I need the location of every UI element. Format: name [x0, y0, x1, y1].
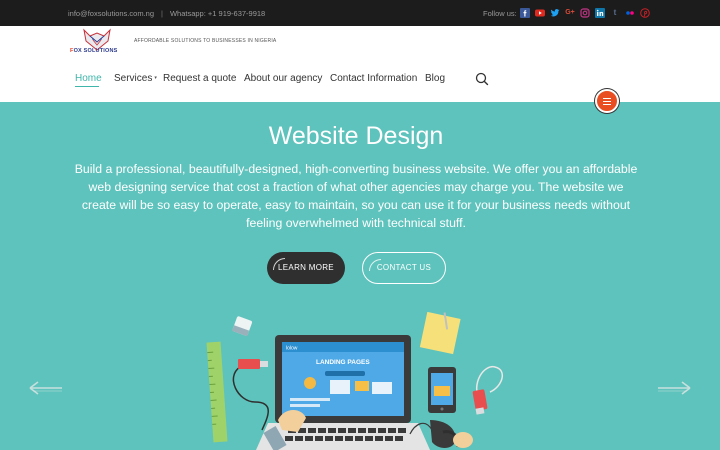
- chevron-down-icon: ▾: [154, 75, 157, 82]
- usb-illustration: [232, 359, 269, 431]
- hamburger-icon-bar: [603, 103, 611, 105]
- site-tagline: AFFORDABLE SOLUTIONS TO BUSINESSES IN NI…: [134, 38, 277, 44]
- hero-description: Build a professional, beautifully-design…: [74, 162, 638, 230]
- arrow-left-icon[interactable]: [28, 380, 64, 396]
- workspace-illustration: lolow LANDING PAGES: [206, 311, 504, 450]
- screen-heading: LANDING PAGES: [316, 359, 370, 366]
- flickr-icon[interactable]: [625, 8, 635, 18]
- hero-title: Website Design: [268, 122, 444, 150]
- google-plus-icon[interactable]: G+: [565, 8, 575, 18]
- linkedin-icon[interactable]: [595, 8, 605, 18]
- laptop-illustration: lolow LANDING PAGES: [256, 335, 430, 450]
- nav-contact[interactable]: Contact Information: [330, 73, 417, 84]
- hero-section: lolow LANDING PAGES Website Design Build…: [0, 102, 720, 450]
- contact-us-button[interactable]: CONTACT US: [362, 252, 446, 284]
- tumblr-icon[interactable]: t: [610, 8, 620, 18]
- follow-us-label: Follow us:: [483, 9, 517, 18]
- logo-wordmark: FOX SOLUTIONS: [70, 48, 118, 54]
- nav-request-quote[interactable]: Request a quote: [163, 73, 236, 84]
- button-arc-decoration: [369, 259, 381, 271]
- button-arc-decoration: [273, 258, 285, 270]
- learn-more-label: LEARN MORE: [278, 263, 334, 272]
- logo-wordmark-rest: OX SOLUTIONS: [73, 48, 118, 54]
- sticky-note-illustration: [419, 311, 461, 355]
- top-bar: info@foxsolutions.com.ng | Whatsapp: +1 91…: [0, 0, 720, 26]
- whatsapp-link[interactable]: Whatsapp: +1 919-637-9918: [170, 9, 265, 18]
- hamburger-icon-bar: [603, 100, 611, 102]
- nav-services-label: Services: [114, 73, 153, 84]
- email-link[interactable]: info@foxsolutions.com.ng: [68, 9, 154, 18]
- hamburger-icon-bar: [603, 97, 611, 99]
- pinterest-icon[interactable]: [640, 8, 650, 18]
- eraser-illustration: [232, 316, 253, 337]
- arrow-right-icon[interactable]: [656, 380, 692, 396]
- phone-illustration: [428, 367, 456, 413]
- learn-more-button[interactable]: LEARN MORE: [267, 252, 345, 284]
- contact-us-label: CONTACT US: [376, 263, 432, 272]
- nav-about[interactable]: About our agency: [244, 73, 322, 84]
- topbar-separator: |: [161, 9, 163, 18]
- screen-brand: lolow: [286, 346, 298, 352]
- search-icon[interactable]: [475, 72, 489, 86]
- nav-blog[interactable]: Blog: [425, 73, 445, 84]
- flash-drive-illustration: [472, 366, 504, 415]
- nav-home[interactable]: Home: [75, 73, 102, 84]
- topbar-contact: info@foxsolutions.com.ng | Whatsapp: +1 91…: [68, 9, 265, 18]
- youtube-icon[interactable]: [535, 8, 545, 18]
- twitter-icon[interactable]: [550, 8, 560, 18]
- instagram-icon[interactable]: [580, 8, 590, 18]
- facebook-icon[interactable]: [520, 8, 530, 18]
- ruler-illustration: [206, 341, 228, 443]
- menu-button[interactable]: [595, 89, 619, 113]
- nav-active-underline: [75, 86, 99, 87]
- nav-services[interactable]: Services ▾: [114, 73, 157, 84]
